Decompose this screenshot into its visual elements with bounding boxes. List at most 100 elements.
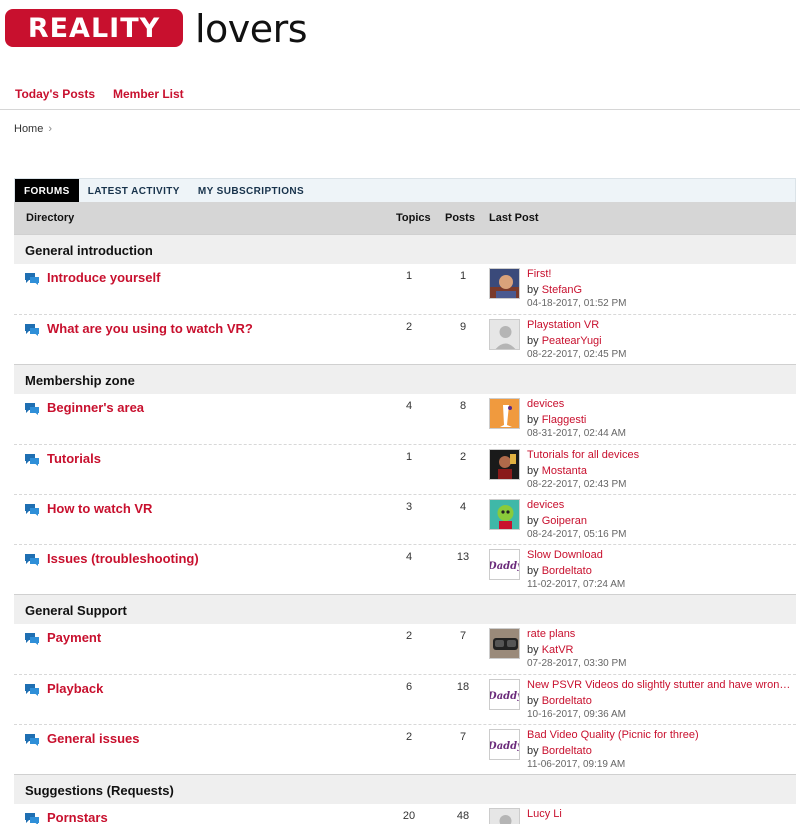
forum-title-link[interactable]: Payment [47, 630, 101, 645]
last-post-title-link[interactable]: Playstation VR [527, 319, 599, 331]
avatar[interactable]: Daddy [489, 679, 520, 710]
logo-badge: REALITY [5, 9, 183, 47]
last-post-title-link[interactable]: Bad Video Quality (Picnic for three) [527, 729, 699, 741]
table-header: Directory Topics Posts Last Post [14, 202, 796, 234]
last-post-user-link[interactable]: StefanG [542, 284, 582, 296]
topics-count: 4 [405, 551, 413, 563]
topics-count: 1 [405, 270, 413, 282]
forum-speech-bubble-icon [24, 503, 40, 517]
section-title[interactable]: General Support [25, 603, 127, 618]
last-post-author: by Bordeltato [527, 695, 592, 707]
posts-count: 7 [459, 731, 467, 743]
last-post-author: by StefanG [527, 284, 582, 296]
last-post-author: by Flaggesti [527, 414, 586, 426]
avatar[interactable] [489, 319, 520, 350]
forum-title-link[interactable]: Playback [47, 681, 103, 696]
last-post-title-link[interactable]: First! [527, 268, 551, 280]
last-post-user-link[interactable]: KatVR [542, 644, 574, 656]
last-post-author: by KatVR [527, 644, 573, 656]
forum-title-link[interactable]: General issues [47, 731, 140, 746]
last-post-date: 04-18-2017, 01:52 PM [527, 298, 627, 309]
tab-latest-activity[interactable]: LATEST ACTIVITY [79, 179, 189, 203]
topics-count: 2 [405, 731, 413, 743]
forum-row: Playback 6 18 Daddy New PSVR Videos do sligh… [14, 674, 796, 724]
column-posts: Posts [445, 212, 475, 224]
last-post-user-link[interactable]: Bordeltato [542, 745, 592, 757]
forum-speech-bubble-icon [24, 683, 40, 697]
posts-count: 1 [459, 270, 467, 282]
avatar[interactable] [489, 398, 520, 429]
last-post-title-link[interactable]: New PSVR Videos do slightly stutter and … [527, 679, 795, 691]
last-post-title-link[interactable]: devices [527, 499, 564, 511]
last-post-title-link[interactable]: Slow Download [527, 549, 603, 561]
by-label: by [527, 515, 539, 527]
by-label: by [527, 644, 539, 656]
forum-speech-bubble-icon [24, 323, 40, 337]
svg-text:Daddy: Daddy [490, 561, 520, 572]
topics-count: 1 [405, 451, 413, 463]
avatar[interactable] [489, 268, 520, 299]
section-title[interactable]: General introduction [25, 243, 153, 258]
topics-count: 3 [405, 501, 413, 513]
last-post-date: 11-06-2017, 09:19 AM [527, 759, 626, 770]
by-label: by [527, 335, 539, 347]
by-label: by [527, 695, 539, 707]
forum-speech-bubble-icon [24, 812, 40, 824]
posts-count: 13 [456, 551, 470, 563]
avatar[interactable] [489, 808, 520, 824]
forum-speech-bubble-icon [24, 453, 40, 467]
last-post-author: by Goiperan [527, 515, 587, 527]
forum-row: Tutorials 1 2 Tutorials for all devices by M… [14, 444, 796, 494]
forum-speech-bubble-icon [24, 272, 40, 286]
last-post-title-link[interactable]: rate plans [527, 628, 575, 640]
breadcrumb: Home › [14, 123, 52, 135]
forum-title-link[interactable]: How to watch VR [47, 501, 152, 516]
last-post-user-link[interactable]: Bordeltato [542, 695, 592, 707]
last-post-user-link[interactable]: Flaggesti [542, 414, 587, 426]
forum-title-link[interactable]: Tutorials [47, 451, 101, 466]
logo-word-reality: REALITY [27, 12, 161, 44]
last-post-user-link[interactable]: Goiperan [542, 515, 587, 527]
avatar[interactable] [489, 449, 520, 480]
by-label: by [527, 284, 539, 296]
last-post-title-link[interactable]: Tutorials for all devices [527, 449, 639, 461]
section-header: Suggestions (Requests) [14, 774, 796, 804]
section-title[interactable]: Membership zone [25, 373, 135, 388]
forum-title-link[interactable]: Introduce yourself [47, 270, 160, 285]
column-last-post: Last Post [489, 212, 539, 224]
last-post-user-link[interactable]: Bordeltato [542, 565, 592, 577]
section-title[interactable]: Suggestions (Requests) [25, 783, 174, 798]
svg-text:Daddy: Daddy [490, 741, 520, 752]
nav-todays-posts[interactable]: Today's Posts [15, 87, 95, 101]
forum-title-link[interactable]: What are you using to watch VR? [47, 321, 253, 336]
forum-title-link[interactable]: Beginner's area [47, 400, 144, 415]
last-post-author: by Mostanta [527, 465, 587, 477]
breadcrumb-home[interactable]: Home [14, 123, 43, 135]
last-post-user-link[interactable]: PeatearYugi [542, 335, 602, 347]
site-logo[interactable]: REALITY lovers [5, 7, 308, 51]
last-post-author: by PeatearYugi [527, 335, 602, 347]
forum-speech-bubble-icon [24, 553, 40, 567]
posts-count: 18 [456, 681, 470, 693]
chevron-right-icon: › [48, 123, 53, 135]
forum-row: General issues 2 7 Daddy Bad Video Quality (… [14, 724, 796, 774]
by-label: by [527, 465, 539, 477]
topics-count: 20 [402, 810, 416, 822]
last-post-title-link[interactable]: devices [527, 398, 564, 410]
logo-word-lovers: lovers [195, 7, 308, 51]
last-post-title-link[interactable]: Lucy Li [527, 808, 562, 820]
nav-member-list[interactable]: Member List [113, 87, 184, 101]
avatar[interactable] [489, 628, 520, 659]
last-post-user-link[interactable]: Mostanta [542, 465, 587, 477]
tab-my-subscriptions[interactable]: MY SUBSCRIPTIONS [189, 179, 313, 203]
avatar[interactable]: Daddy [489, 729, 520, 760]
last-post-author: by Bordeltato [527, 745, 592, 757]
tab-forums[interactable]: FORUMS [15, 179, 79, 203]
site-header: REALITY lovers Today's Posts Member List [0, 0, 800, 110]
posts-count: 48 [456, 810, 470, 822]
forum-row: What are you using to watch VR? 2 9 Playsta… [14, 314, 796, 364]
avatar[interactable]: Daddy [489, 549, 520, 580]
avatar[interactable] [489, 499, 520, 530]
forum-title-link[interactable]: Pornstars [47, 810, 108, 824]
forum-title-link[interactable]: Issues (troubleshooting) [47, 551, 199, 566]
